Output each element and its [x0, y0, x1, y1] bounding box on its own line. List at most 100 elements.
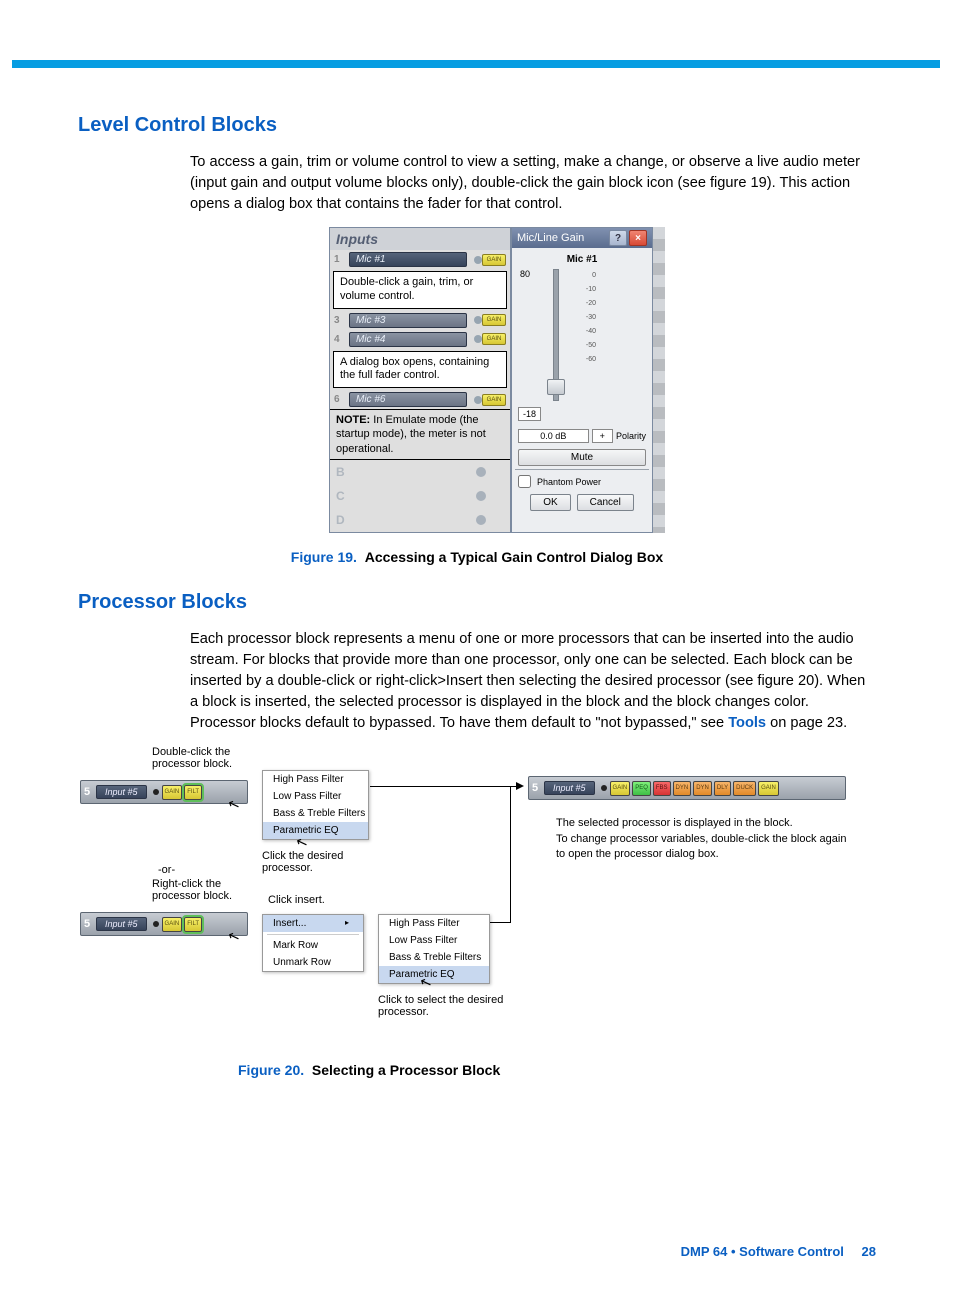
led-icon — [153, 921, 159, 927]
gray-label: C — [336, 489, 345, 503]
meter-ticks: 0 -10 -20 -30 -40 -50 -60 — [572, 269, 596, 399]
label-result: The selected processor is displayed in t… — [556, 816, 856, 862]
menu-item-highlight[interactable]: Parametric EQ — [379, 966, 489, 983]
figure19-caption: Figure 19. Accessing a Typical Gain Cont… — [78, 549, 876, 565]
led-icon — [474, 316, 482, 324]
top-rule — [12, 60, 940, 68]
row-chip[interactable]: Mic #1 — [349, 252, 467, 267]
menu-separator — [267, 934, 359, 935]
body-post: on page 23. — [766, 715, 847, 731]
dot-icon — [476, 491, 486, 501]
polarity-toggle[interactable]: + — [592, 429, 613, 443]
gray-label: D — [336, 513, 345, 527]
note-label: NOTE: — [336, 414, 370, 426]
block-gain[interactable]: GAIN — [162, 917, 183, 932]
strip-num: 5 — [84, 786, 96, 798]
inputs-panel: Inputs 1 Mic #1 GAIN Double-click a gain… — [329, 227, 511, 533]
menu-item[interactable]: Low Pass Filter — [379, 932, 489, 949]
inputs-title: Inputs — [330, 228, 510, 250]
cancel-button[interactable]: Cancel — [577, 494, 634, 511]
led-icon — [153, 789, 159, 795]
label-selected: The selected processor is displayed in t… — [556, 816, 856, 831]
db-field[interactable]: 0.0 dB — [518, 429, 589, 443]
block-peq[interactable]: PEQ — [632, 781, 651, 796]
menu-item[interactable]: Unmark Row — [263, 954, 363, 971]
help-button[interactable]: ? — [609, 230, 627, 246]
tools-link[interactable]: Tools — [728, 715, 766, 731]
menu-item[interactable]: Bass & Treble Filters — [379, 949, 489, 966]
strip-name[interactable]: Input #5 — [544, 781, 595, 795]
fader-thumb[interactable] — [547, 379, 565, 395]
input-strip-result: 5 Input #5 GAIN PEQ FBS DYN DYN DLY DUCK… — [528, 776, 846, 800]
polarity-label: Polarity — [616, 431, 646, 441]
block-filter-selected[interactable]: FILT — [184, 785, 202, 800]
led-icon — [474, 335, 482, 343]
gain-block[interactable]: GAIN — [482, 394, 506, 406]
row-num: 1 — [334, 254, 346, 265]
dot-icon — [476, 515, 486, 525]
menu-item[interactable]: High Pass Filter — [379, 915, 489, 932]
block[interactable]: FBS — [653, 781, 671, 796]
callout-dialog: A dialog box opens, containing the full … — [333, 351, 507, 389]
body-level-control: To access a gain, trim or volume control… — [190, 152, 876, 215]
row-chip[interactable]: Mic #4 — [349, 332, 467, 347]
input-row: 3 Mic #3 GAIN — [330, 311, 510, 330]
footer-page: 28 — [862, 1244, 876, 1259]
body-processor: Each processor block represents a menu o… — [190, 629, 876, 735]
tick: -60 — [572, 353, 596, 367]
menu-item-highlight[interactable]: Parametric EQ — [263, 822, 368, 839]
block-filter-selected[interactable]: FILT — [184, 917, 202, 932]
row-chip[interactable]: Mic #6 — [349, 392, 467, 407]
phantom-checkbox[interactable] — [518, 475, 531, 488]
strip-num: 5 — [532, 782, 544, 794]
strip-name[interactable]: Input #5 — [96, 917, 147, 931]
gain-block[interactable]: GAIN — [482, 254, 506, 266]
gain-block[interactable]: GAIN — [482, 333, 506, 345]
arrow-line — [510, 786, 511, 923]
label-click-proc: Click the desired processor. — [262, 850, 382, 874]
strip-num: 5 — [84, 918, 96, 930]
note-box: NOTE: In Emulate mode (the startup mode)… — [330, 409, 510, 460]
menu-item[interactable]: High Pass Filter — [263, 771, 368, 788]
row-num: 6 — [334, 394, 346, 405]
block[interactable]: DYN — [673, 781, 692, 796]
block[interactable]: DYN — [693, 781, 712, 796]
arrow-line — [370, 786, 520, 787]
fader-readout: -18 — [518, 407, 541, 421]
heading-level-control: Level Control Blocks — [78, 114, 876, 137]
gray-row: D — [330, 508, 510, 532]
input-row: 4 Mic #4 GAIN — [330, 330, 510, 349]
dialog-titlebar[interactable]: Mic/Line Gain ? × — [512, 228, 652, 248]
side-blocks — [653, 227, 665, 533]
gain-block[interactable]: GAIN — [482, 314, 506, 326]
block[interactable]: DUCK — [733, 781, 756, 796]
filter-menu: High Pass Filter Low Pass Filter Bass & … — [262, 770, 369, 840]
caption-text: Accessing a Typical Gain Control Dialog … — [365, 549, 663, 565]
close-button[interactable]: × — [629, 230, 647, 246]
menu-item[interactable]: Low Pass Filter — [263, 788, 368, 805]
figure20-caption: Figure 20. Selecting a Processor Block — [238, 1062, 876, 1078]
tick: -30 — [572, 311, 596, 325]
block-gain[interactable]: GAIN — [162, 785, 183, 800]
row-chip[interactable]: Mic #3 — [349, 313, 467, 328]
block[interactable]: DLY — [714, 781, 731, 796]
menu-item-insert[interactable]: Insert... — [263, 915, 363, 932]
footer-product: DMP 64 • Software Control — [681, 1244, 844, 1259]
tick: 0 — [572, 269, 596, 283]
callout-doubleclick: Double-click a gain, trim, or volume con… — [333, 271, 507, 309]
mute-button[interactable]: Mute — [518, 449, 646, 466]
strip-name[interactable]: Input #5 — [96, 785, 147, 799]
menu-item[interactable]: Bass & Treble Filters — [263, 805, 368, 822]
submenu: High Pass Filter Low Pass Filter Bass & … — [378, 914, 490, 984]
block[interactable]: GAIN — [610, 781, 631, 796]
dialog-mic-name: Mic #1 — [512, 248, 652, 269]
gain-dialog: Mic/Line Gain ? × Mic #1 80 0 — [511, 227, 653, 533]
input-row: 1 Mic #1 GAIN — [330, 250, 510, 269]
label-click-select: Click to select the desired processor. — [378, 994, 508, 1018]
menu-item[interactable]: Mark Row — [263, 937, 363, 954]
input-row: 6 Mic #6 GAIN — [330, 390, 510, 409]
ok-button[interactable]: OK — [530, 494, 570, 511]
fader-slider[interactable] — [544, 269, 566, 399]
block[interactable]: GAIN — [758, 781, 779, 796]
led-icon — [474, 396, 482, 404]
